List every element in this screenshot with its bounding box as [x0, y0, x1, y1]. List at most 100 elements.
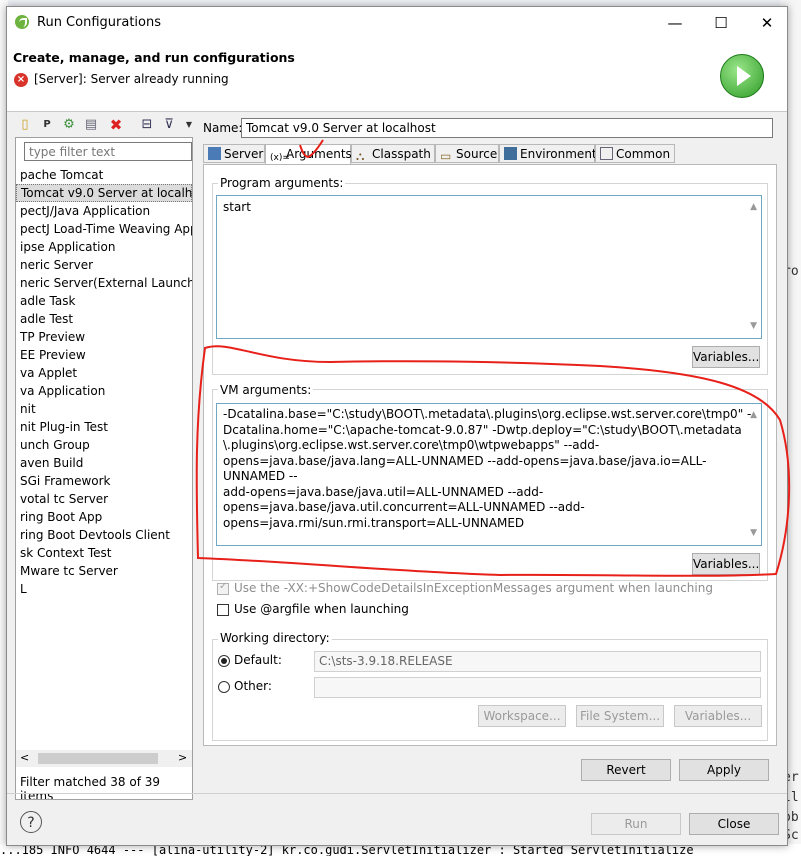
- other-radio[interactable]: [218, 681, 230, 693]
- tree-item[interactable]: pache Tomcat: [16, 166, 192, 184]
- tree-item[interactable]: sk Context Test: [16, 544, 192, 562]
- tab-server[interactable]: Server: [203, 144, 265, 163]
- tab-classpath[interactable]: ⛬ Classpath: [351, 144, 435, 163]
- scroll-up-arrow[interactable]: ▲: [750, 408, 757, 424]
- maximize-button[interactable]: ☐: [699, 11, 743, 35]
- vm-args-line: \.plugins\org.eclipse.wst.server.core\tm…: [223, 438, 600, 452]
- program-args-label: Program arguments:: [218, 176, 346, 190]
- program-args-textarea[interactable]: start ▲ ▼: [216, 195, 762, 339]
- title-bar: Run Configurations — ☐ ✕: [7, 7, 787, 39]
- config-tree: pache Tomcat Tomcat v9.0 Server at localh…: [16, 166, 192, 598]
- program-args-value: start: [223, 200, 251, 214]
- error-message: [Server]: Server already running: [34, 72, 229, 86]
- new-config-icon[interactable]: ▯: [17, 117, 33, 133]
- tab-source[interactable]: ▭ Source: [435, 144, 499, 163]
- tree-item[interactable]: va Application: [16, 382, 192, 400]
- new-prototype-icon[interactable]: P: [39, 117, 55, 133]
- file-system-button[interactable]: File System...: [576, 705, 664, 727]
- tree-item[interactable]: SGi Framework: [16, 472, 192, 490]
- tree-item[interactable]: votal tc Server: [16, 490, 192, 508]
- help-icon[interactable]: ?: [20, 811, 42, 833]
- duplicate-icon[interactable]: ⚙: [61, 117, 77, 133]
- tree-item[interactable]: va Applet: [16, 364, 192, 382]
- scroll-thumb[interactable]: [38, 753, 158, 764]
- tree-item[interactable]: TP Preview: [16, 328, 192, 346]
- tree-item[interactable]: Mware tc Server: [16, 562, 192, 580]
- footer-separator: [7, 793, 787, 794]
- filter-status: Filter matched 38 of 39 items: [20, 775, 161, 800]
- scroll-down-arrow[interactable]: ▼: [750, 526, 757, 542]
- tree-item[interactable]: L: [16, 580, 192, 598]
- tree-item[interactable]: ring Boot Devtools Client: [16, 526, 192, 544]
- argfile-checkbox[interactable]: [217, 604, 229, 616]
- run-icon: [720, 54, 764, 98]
- tree-item[interactable]: ring Boot App: [16, 508, 192, 526]
- other-dir-input[interactable]: [314, 677, 761, 698]
- arguments-tab-body: Program arguments: start ▲ ▼ Variables..…: [203, 164, 777, 746]
- scroll-down-arrow[interactable]: ▼: [750, 319, 757, 335]
- config-tabs: Server (x)=Arguments ⛬ Classpath ▭ Source …: [203, 144, 775, 165]
- error-icon: ×: [14, 73, 28, 87]
- argfile-label: Use @argfile when launching: [234, 602, 409, 616]
- vm-args-textarea[interactable]: -Dcatalina.base="C:\study\BOOT\.metadata…: [216, 403, 762, 546]
- horizontal-scrollbar[interactable]: < >: [16, 750, 192, 767]
- tree-item[interactable]: nit Plug-in Test: [16, 418, 192, 436]
- default-dir-input[interactable]: C:\sts-3.9.18.RELEASE: [314, 651, 761, 672]
- collapse-icon[interactable]: ⊟: [139, 117, 155, 133]
- run-button[interactable]: Run: [591, 813, 681, 835]
- filter-menu-icon[interactable]: ▼: [181, 117, 197, 133]
- minimize-button[interactable]: —: [653, 11, 697, 35]
- filter-input[interactable]: type filter text: [24, 142, 192, 161]
- vm-args-line: opens=java.base/java.lang=ALL-UNNAMED --…: [223, 453, 707, 484]
- tree-item[interactable]: Tomcat v9.0 Server at localhost: [16, 184, 192, 202]
- name-label: Name:: [203, 121, 243, 135]
- tree-item[interactable]: nit: [16, 400, 192, 418]
- tree-item[interactable]: EE Preview: [16, 346, 192, 364]
- spring-icon: [15, 15, 29, 29]
- export-icon[interactable]: ▤: [83, 117, 99, 133]
- default-label: Default:: [234, 653, 282, 667]
- config-type-tree-panel: type filter text pache Tomcat Tomcat v9.0…: [15, 137, 193, 800]
- vm-variables-button[interactable]: Variables...: [692, 553, 760, 575]
- tab-arguments[interactable]: (x)=Arguments: [265, 144, 352, 165]
- scroll-left-arrow[interactable]: <: [20, 751, 29, 764]
- vm-args-line: -Dcatalina.base="C:\study\BOOT\.metadata…: [223, 407, 752, 421]
- scroll-up-arrow[interactable]: ▲: [750, 200, 757, 216]
- tree-item[interactable]: neric Server(External Launch): [16, 274, 192, 292]
- workspace-button[interactable]: Workspace...: [478, 705, 566, 727]
- vm-args-label: VM arguments:: [218, 383, 314, 397]
- tree-item[interactable]: unch Group: [16, 436, 192, 454]
- window-title: Run Configurations: [37, 15, 161, 30]
- apply-button[interactable]: Apply: [679, 759, 769, 781]
- other-label: Other:: [234, 679, 272, 693]
- program-variables-button[interactable]: Variables...: [692, 346, 760, 368]
- tree-item[interactable]: aven Build: [16, 454, 192, 472]
- tree-item[interactable]: pectJ/Java Application: [16, 202, 192, 220]
- filter-icon[interactable]: ⊽: [161, 117, 177, 133]
- vm-args-line: Dcatalina.home="C:\apache-tomcat-9.0.87"…: [223, 422, 742, 437]
- show-code-details-label: Use the -XX:+ShowCodeDetailsInExceptionM…: [234, 581, 713, 595]
- run-configurations-dialog: Run Configurations — ☐ ✕ Create, manage,…: [6, 6, 788, 846]
- default-radio[interactable]: [218, 655, 230, 667]
- revert-button[interactable]: Revert: [581, 759, 671, 781]
- tree-item[interactable]: adle Test: [16, 310, 192, 328]
- dialog-header: Create, manage, and run configurations ×…: [7, 39, 787, 112]
- close-button[interactable]: Close: [689, 813, 779, 835]
- working-dir-label: Working directory:: [218, 631, 332, 645]
- show-code-details-checkbox[interactable]: ✓: [217, 581, 229, 595]
- vm-args-line: opens=java.base/java.util.concurrent=ALL…: [223, 500, 585, 514]
- workdir-variables-button[interactable]: Variables...: [674, 705, 762, 727]
- tree-item[interactable]: neric Server: [16, 256, 192, 274]
- tab-common[interactable]: Common: [595, 144, 675, 163]
- tree-item[interactable]: ipse Application: [16, 238, 192, 256]
- close-window-button[interactable]: ✕: [745, 11, 789, 35]
- vm-args-line: add-opens=java.base/java.util=ALL-UNNAME…: [223, 484, 544, 499]
- tree-item[interactable]: adle Task: [16, 292, 192, 310]
- name-input[interactable]: Tomcat v9.0 Server at localhost: [241, 118, 773, 138]
- vm-args-line: opens=java.rmi/sun.rmi.transport=ALL-UNN…: [223, 515, 525, 530]
- header-title: Create, manage, and run configurations: [13, 50, 295, 65]
- scroll-right-arrow[interactable]: >: [178, 751, 187, 764]
- delete-icon[interactable]: ✖: [108, 117, 124, 133]
- tree-item[interactable]: pectJ Load-Time Weaving Appli: [16, 220, 192, 238]
- tab-environment[interactable]: Environment: [499, 144, 597, 163]
